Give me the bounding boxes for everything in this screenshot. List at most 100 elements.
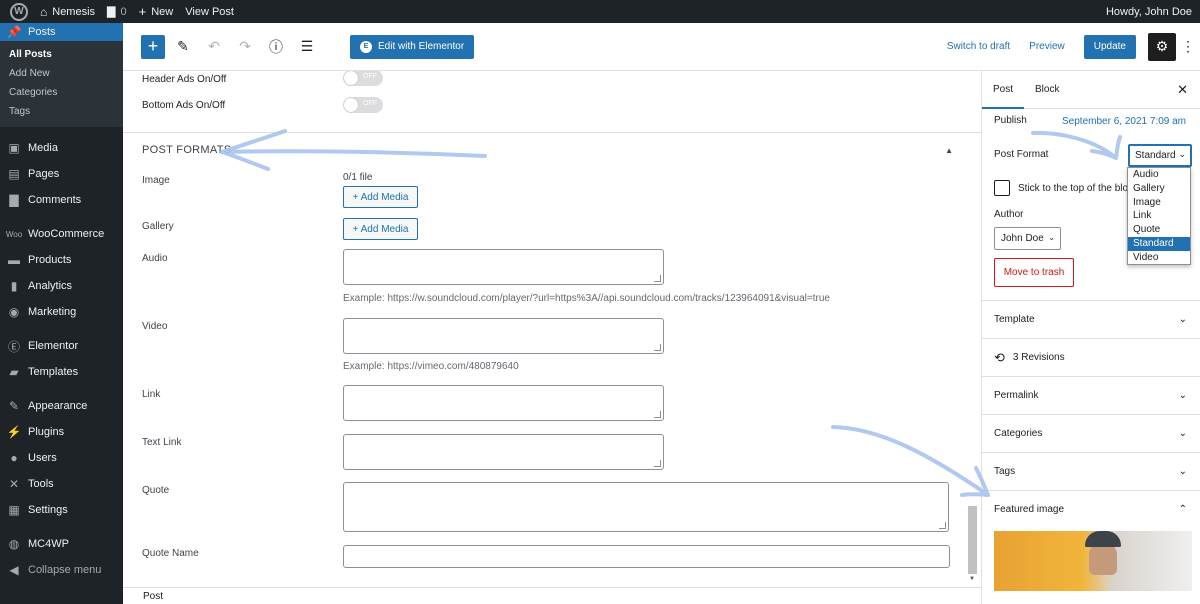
- menu-item-products[interactable]: ▬ Products: [0, 247, 123, 273]
- panel-categories[interactable]: Categories ⌄: [982, 414, 1200, 452]
- elementor-icon: Ⓔ: [7, 339, 20, 354]
- audio-label: Audio: [142, 253, 168, 264]
- collapse-menu-button[interactable]: ◀ Collapse menu: [0, 557, 123, 583]
- howdy-account-link[interactable]: Howdy, John Doe: [1100, 0, 1200, 23]
- site-name-link[interactable]: ⌂ Nemesis: [34, 0, 101, 23]
- menu-item-elementor[interactable]: Ⓔ Elementor: [0, 333, 123, 359]
- switch-to-draft-button[interactable]: Switch to draft: [947, 41, 1010, 52]
- menu-item-marketing[interactable]: ◉ Marketing: [0, 299, 123, 325]
- posts-submenu: All Posts Add New Categories Tags: [0, 41, 123, 127]
- featured-image-thumbnail[interactable]: [994, 531, 1192, 591]
- comments-count: 0: [120, 5, 127, 18]
- wordpress-logo-icon[interactable]: W: [0, 0, 34, 23]
- panel-revisions[interactable]: ⟲ 3 Revisions: [982, 338, 1200, 376]
- post-format-select[interactable]: Standard ⌄: [1128, 144, 1192, 167]
- panel-permalink[interactable]: Permalink ⌄: [982, 376, 1200, 414]
- menu-item-tools[interactable]: ✕ Tools: [0, 471, 123, 497]
- menu-item-mc4wp[interactable]: ◍ MC4WP: [0, 531, 123, 557]
- submenu-add-new[interactable]: Add New: [0, 64, 123, 83]
- redo-icon: ↷: [239, 38, 251, 54]
- video-textarea[interactable]: [343, 318, 664, 354]
- menu-item-settings[interactable]: ▦ Settings: [0, 497, 123, 523]
- bottom-ads-label: Bottom Ads On/Off: [142, 100, 226, 111]
- menu-label: Collapse menu: [28, 564, 102, 576]
- submenu-categories[interactable]: Categories: [0, 83, 123, 102]
- megaphone-icon: ◉: [8, 305, 20, 319]
- more-options-button[interactable]: ⋮: [1180, 38, 1196, 55]
- tools-button[interactable]: ✎: [170, 35, 196, 59]
- comments-link[interactable]: ▇ 0: [101, 0, 133, 23]
- option-quote[interactable]: Quote: [1128, 223, 1190, 237]
- menu-label: Templates: [28, 366, 79, 378]
- menu-item-pages[interactable]: ▤ Pages: [0, 161, 123, 187]
- preview-button[interactable]: Preview: [1029, 41, 1065, 52]
- menu-item-media[interactable]: ▣ Media: [0, 135, 123, 161]
- editor-footer-breadcrumb[interactable]: Post: [123, 587, 981, 604]
- folder-icon: ▰: [9, 365, 19, 379]
- menu-item-analytics[interactable]: ▮ Analytics: [0, 273, 123, 299]
- panel-featured-image[interactable]: Featured image ⌃: [982, 490, 1200, 528]
- block-inserter-button[interactable]: +: [141, 34, 165, 59]
- sidebar-tabs: Post Block ✕: [982, 71, 1200, 109]
- post-format-value: Standard: [1135, 150, 1176, 161]
- bottom-ads-toggle[interactable]: OFF: [343, 97, 383, 113]
- gallery-add-media-button[interactable]: + Add Media: [343, 218, 418, 240]
- scroll-down-icon[interactable]: ▼: [969, 576, 975, 582]
- link-textarea[interactable]: [343, 385, 664, 421]
- edit-with-elementor-button[interactable]: E Edit with Elementor: [350, 34, 475, 59]
- quote-name-input[interactable]: [343, 545, 950, 568]
- pushpin-icon: 📌: [6, 25, 22, 39]
- sticky-checkbox[interactable]: [994, 180, 1010, 196]
- menu-item-templates[interactable]: ▰ Templates: [0, 359, 123, 385]
- undo-button[interactable]: ↶: [201, 35, 227, 59]
- view-post-link[interactable]: View Post: [179, 0, 240, 23]
- tab-post[interactable]: Post: [982, 71, 1024, 109]
- menu-item-posts[interactable]: 📌 Posts: [0, 23, 123, 41]
- close-icon[interactable]: ✕: [1177, 82, 1188, 98]
- panel-tags[interactable]: Tags ⌄: [982, 452, 1200, 490]
- panel-template[interactable]: Template ⌄: [982, 300, 1200, 338]
- new-label: New: [151, 5, 174, 18]
- settings-toggle-button[interactable]: ⚙: [1148, 32, 1176, 61]
- list-view-button[interactable]: ☰: [294, 35, 320, 59]
- details-button[interactable]: ⓘ: [263, 35, 289, 59]
- scrollbar-thumb[interactable]: [968, 506, 977, 574]
- option-link[interactable]: Link: [1128, 209, 1190, 223]
- panel-title: Template: [994, 314, 1035, 325]
- menu-item-plugins[interactable]: ⚡ Plugins: [0, 419, 123, 445]
- text-link-label: Text Link: [142, 437, 182, 448]
- author-select[interactable]: John Doe ⌄: [994, 227, 1061, 250]
- redo-button[interactable]: ↷: [232, 35, 258, 59]
- option-gallery[interactable]: Gallery: [1128, 182, 1190, 196]
- header-ads-toggle[interactable]: OFF: [343, 71, 383, 86]
- menu-item-appearance[interactable]: ✎ Appearance: [0, 393, 123, 419]
- submenu-all-posts[interactable]: All Posts: [0, 45, 123, 64]
- publish-date-link[interactable]: September 6, 2021 7:09 am: [1062, 116, 1186, 127]
- menu-label: WooCommerce: [28, 228, 105, 240]
- users-icon: ●: [10, 451, 18, 465]
- update-button[interactable]: Update: [1083, 34, 1136, 59]
- submenu-tags[interactable]: Tags: [0, 102, 123, 121]
- menu-label: Pages: [28, 168, 60, 180]
- option-audio[interactable]: Audio: [1128, 168, 1190, 182]
- menu-item-woocommerce[interactable]: Woo WooCommerce: [0, 221, 123, 247]
- text-link-textarea[interactable]: [343, 434, 664, 470]
- option-standard[interactable]: Standard: [1128, 236, 1190, 251]
- menu-item-users[interactable]: ● Users: [0, 445, 123, 471]
- tab-block[interactable]: Block: [1024, 71, 1070, 109]
- option-image[interactable]: Image: [1128, 196, 1190, 210]
- audio-textarea[interactable]: [343, 249, 664, 285]
- image-add-media-button[interactable]: + Add Media: [343, 186, 418, 208]
- move-to-trash-button[interactable]: Move to trash: [994, 258, 1074, 287]
- collapse-caret-icon[interactable]: ▲: [945, 146, 953, 155]
- new-content-link[interactable]: + New: [133, 0, 180, 23]
- option-video[interactable]: Video: [1128, 251, 1190, 265]
- plus-icon: +: [147, 36, 159, 56]
- quote-textarea[interactable]: [343, 482, 949, 532]
- menu-label: Marketing: [28, 306, 77, 318]
- author-value: John Doe: [1001, 233, 1044, 244]
- menu-item-comments[interactable]: ▇ Comments: [0, 187, 123, 213]
- settings-icon: ▦: [8, 503, 20, 517]
- site-name: Nemesis: [52, 5, 96, 18]
- undo-icon: ↶: [208, 38, 220, 54]
